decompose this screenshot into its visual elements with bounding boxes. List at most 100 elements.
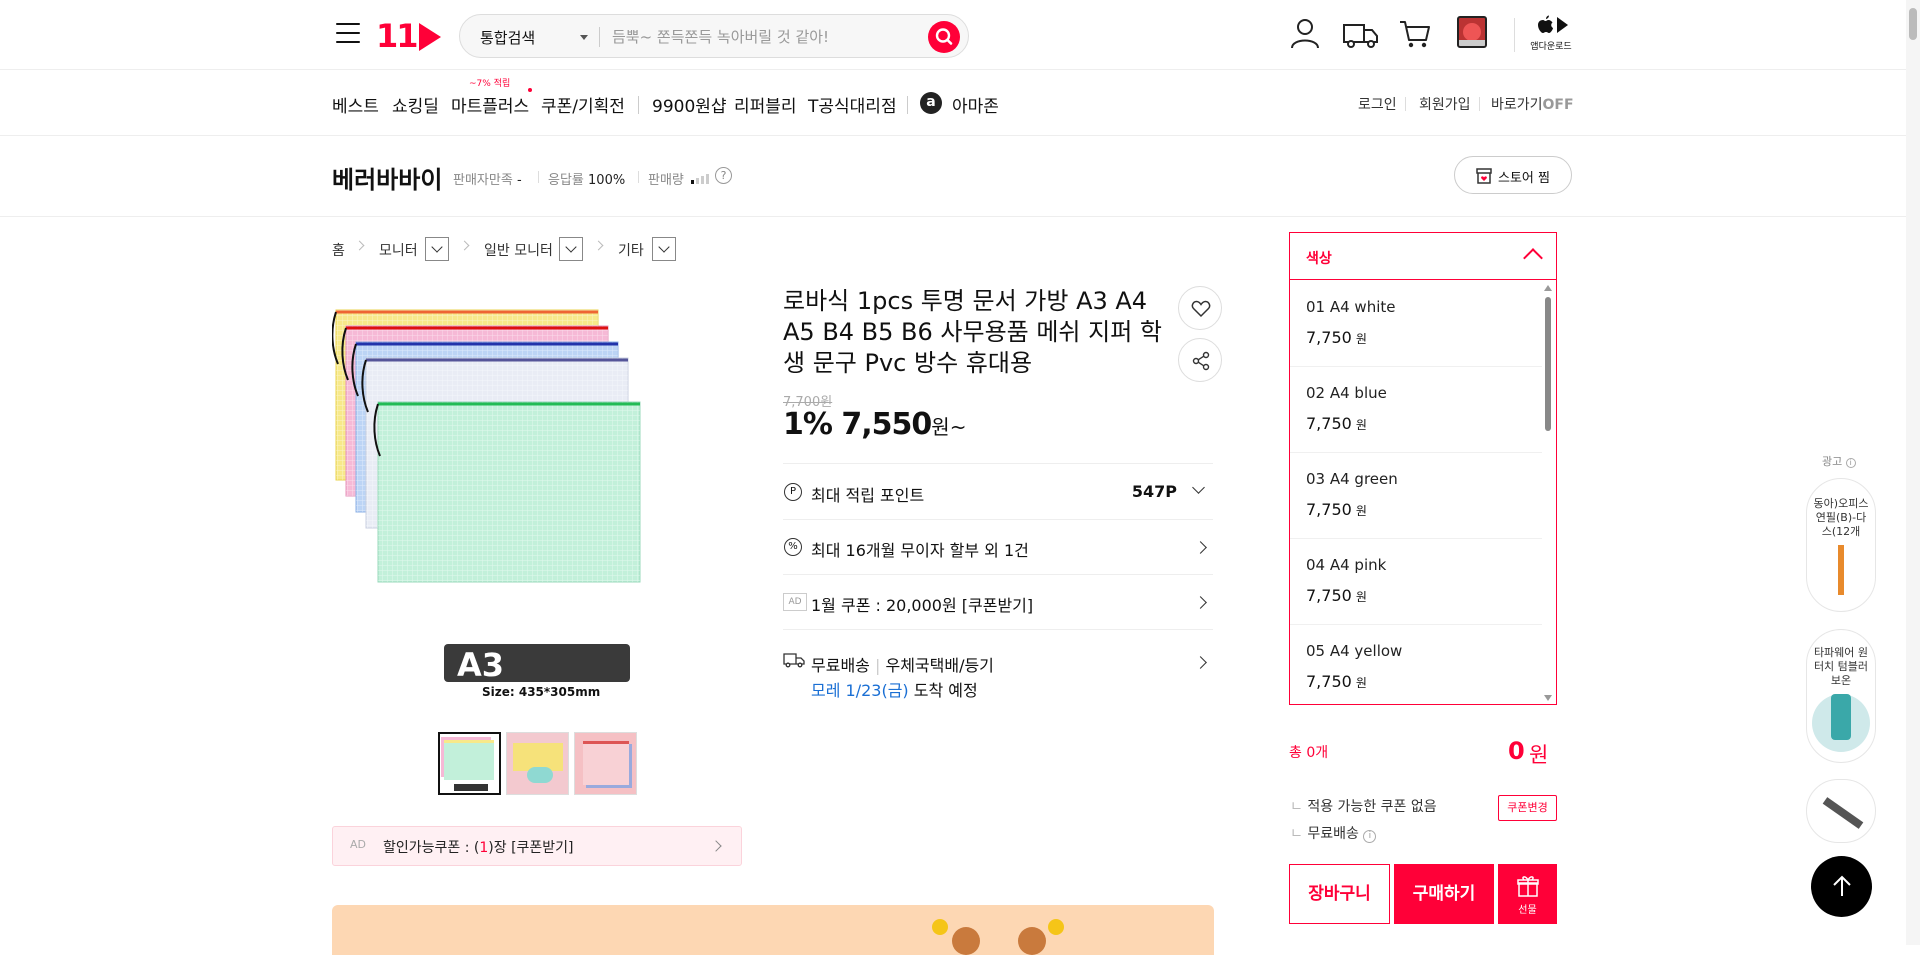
product-thumbnail-1[interactable]: [438, 732, 501, 795]
info-icon: i: [1845, 458, 1856, 468]
chevron-right-icon: [710, 840, 722, 852]
share-button[interactable]: [1178, 338, 1222, 382]
nav-best[interactable]: 베스트: [332, 92, 379, 117]
coupon-text: 1월 쿠폰 : 20,000원 [쿠폰받기]: [811, 596, 1034, 615]
site-logo[interactable]: 11: [376, 17, 441, 55]
app-download-button[interactable]: 앱다운로드: [1528, 14, 1574, 52]
product-main-image[interactable]: A3 Size: 435*305mm: [331, 290, 742, 700]
product-thumbnail-3[interactable]: [574, 732, 637, 795]
discount-coupon-bar[interactable]: AD 할인가능쿠폰 : (1)장 [쿠폰받기]: [332, 826, 742, 866]
breadcrumb-monitor-dropdown[interactable]: [425, 237, 449, 261]
add-to-cart-button[interactable]: 장바구니: [1289, 864, 1390, 924]
login-link[interactable]: 로그인: [1358, 94, 1397, 114]
point-icon: P: [784, 483, 802, 501]
option-header-label: 색상: [1306, 251, 1332, 267]
points-row[interactable]: P 최대 적립 포인트 547P: [783, 463, 1213, 519]
nav-refurbly[interactable]: 리퍼블리: [734, 92, 797, 117]
store-follow-label: 스토어 찜: [1498, 171, 1550, 186]
recent-product-thumbnail[interactable]: [1457, 16, 1487, 48]
product-thumbnail-2[interactable]: [506, 732, 569, 795]
chevron-right-icon: [459, 240, 470, 251]
nav-mart-plus[interactable]: 마트플러스: [451, 92, 529, 117]
mart-plus-badge: ~7% 적립: [469, 79, 511, 89]
coupon-status: ㄴ 적용 가능한 쿠폰 없음: [1290, 799, 1437, 815]
user-icon[interactable]: [1288, 16, 1322, 50]
scroll-down-arrow[interactable]: [1544, 695, 1552, 701]
breadcrumb-general-monitor-dropdown[interactable]: [559, 237, 583, 261]
discount-coupon-text: 할인가능쿠폰 : (1)장 [쿠폰받기]: [383, 840, 574, 856]
chevron-right-icon: [1194, 596, 1207, 609]
shipping-status: ㄴ 무료배송 i: [1290, 823, 1377, 843]
installment-row[interactable]: % 최대 16개월 무이자 할부 외 1건: [783, 519, 1213, 574]
menu-icon[interactable]: [336, 23, 360, 45]
option-item[interactable]: 01 A4 white 7,750 원: [1290, 281, 1542, 367]
promo-banner[interactable]: [332, 905, 1214, 955]
gift-icon: [1516, 876, 1539, 897]
scroll-to-top-button[interactable]: [1811, 856, 1872, 917]
info-icon[interactable]: i: [1363, 830, 1377, 843]
nav-coupon-events[interactable]: 쿠폰/기획전: [541, 92, 625, 117]
buy-now-button[interactable]: 구매하기: [1394, 864, 1494, 924]
seller-sales-volume: 판매량: [648, 173, 684, 188]
seller-name[interactable]: 베러바바이: [332, 160, 442, 195]
coupon-change-button[interactable]: 쿠폰변경: [1498, 795, 1557, 821]
option-item[interactable]: 03 A4 green 7,750 원: [1290, 453, 1542, 539]
rail-ad-text-2: 타파웨어 원터치 텀블러 보온: [1813, 646, 1869, 687]
arrival-text: 모레 1/23(금) 도착 예정: [811, 681, 978, 700]
chevron-down-icon[interactable]: [580, 35, 588, 40]
heart-icon: [1191, 300, 1211, 318]
wishlist-button[interactable]: [1178, 286, 1222, 330]
search-input[interactable]: [612, 25, 912, 49]
coupon-row[interactable]: AD 1월 쿠폰 : 20,000원 [쿠폰받기]: [783, 574, 1213, 629]
shortcut-toggle[interactable]: 바로가기OFF: [1491, 94, 1574, 114]
signup-link[interactable]: 회원가입: [1419, 94, 1471, 114]
rail-ad-product-1[interactable]: 동아)오피스연필(B)-다스(12개: [1806, 478, 1876, 612]
scroll-up-arrow[interactable]: [1544, 285, 1552, 291]
rail-ad-text-1: 동아)오피스연필(B)-다스(12개: [1813, 497, 1869, 538]
nav-amazon[interactable]: 아마존: [952, 92, 999, 117]
breadcrumb-general-monitor[interactable]: 일반 모니터: [484, 240, 553, 260]
option-scrollbar[interactable]: [1545, 297, 1551, 431]
total-price-unit: 원: [1529, 743, 1549, 767]
breadcrumb-home[interactable]: 홈: [332, 240, 345, 260]
sales-level-icon: [691, 174, 709, 184]
shipping-row[interactable]: 무료배송 | 우체국택배/등기 모레 1/23(금) 도착 예정: [783, 629, 1213, 709]
nav-shocking-deal[interactable]: 쇼킹딜: [392, 92, 439, 117]
main-nav: 베스트 쇼킹딜 ~7% 적립 마트플러스 쿠폰/기획전 9900원샵 리퍼블리 …: [0, 70, 1920, 136]
shipping-truck-icon: [783, 653, 805, 668]
ad-label: 광고 i: [1822, 453, 1856, 469]
rail-ad-product-2[interactable]: 타파웨어 원터치 텀블러 보온: [1806, 629, 1876, 763]
rail-recent-product[interactable]: [1806, 779, 1876, 843]
option-header[interactable]: 색상: [1290, 233, 1556, 280]
breadcrumb-other[interactable]: 기타: [618, 240, 644, 260]
store-follow-button[interactable]: 스토어 찜: [1454, 156, 1572, 194]
delivery-truck-icon[interactable]: [1342, 16, 1380, 50]
search-button[interactable]: [928, 21, 960, 53]
cart-icon[interactable]: [1398, 16, 1432, 50]
top-header: 11 통합검색 앱다운: [0, 0, 1920, 70]
amazon-icon[interactable]: a: [920, 92, 942, 114]
page-scrollbar-thumb[interactable]: [1909, 8, 1917, 40]
points-value: 547P: [1131, 482, 1177, 501]
option-item[interactable]: 02 A4 blue 7,750 원: [1290, 367, 1542, 453]
svg-text:A3: A3: [457, 646, 504, 684]
product-image: [1822, 797, 1864, 829]
nav-9900-shop[interactable]: 9900원샵: [652, 92, 727, 117]
nav-t-official[interactable]: T공식대리점: [808, 92, 897, 117]
points-label: 최대 적립 포인트: [811, 486, 925, 505]
page-scrollbar-track[interactable]: [1906, 0, 1920, 945]
search-category-select[interactable]: 통합검색: [480, 27, 535, 48]
option-item[interactable]: 05 A4 yellow 7,750 원: [1290, 625, 1542, 704]
breadcrumb-other-dropdown[interactable]: [652, 237, 676, 261]
breadcrumb-monitor[interactable]: 모니터: [379, 240, 418, 260]
gift-button[interactable]: 선물: [1498, 864, 1557, 924]
shortcut-state: OFF: [1542, 97, 1574, 113]
seller-bar: 베러바바이 판매자만족 - 응답률 100% 판매량 ? 스토어 찜: [0, 136, 1920, 217]
percent-icon: %: [784, 538, 802, 556]
mesh-pouch-illustration: A3 Size: 435*305mm: [331, 309, 641, 699]
store-heart-icon: [1476, 168, 1492, 184]
mascot-icon: [1018, 919, 1064, 955]
total-price: 0: [1508, 737, 1525, 765]
option-item[interactable]: 04 A4 pink 7,750 원: [1290, 539, 1542, 625]
help-icon[interactable]: ?: [715, 167, 732, 184]
